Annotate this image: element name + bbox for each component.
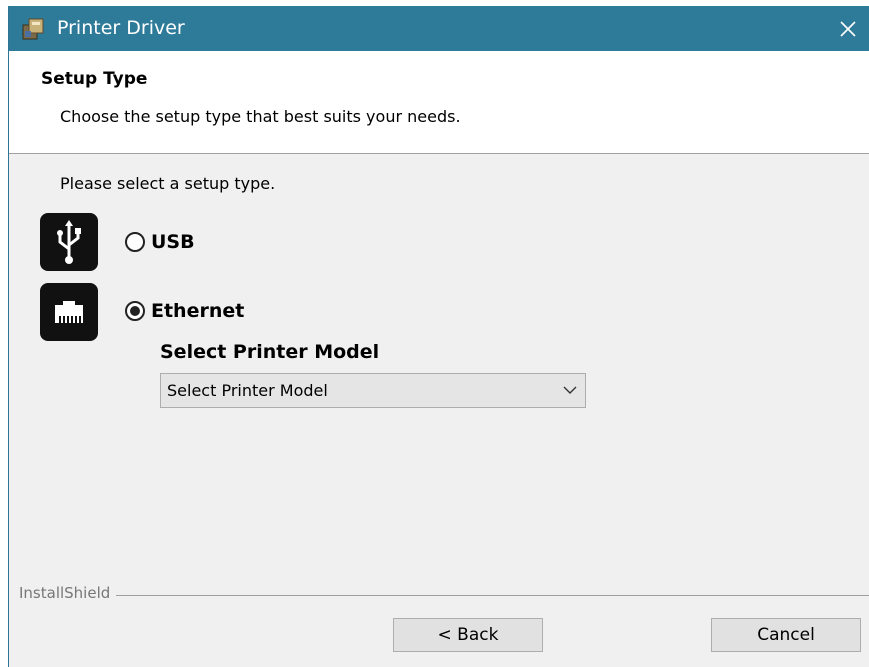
page-title: Setup Type [41, 69, 148, 89]
printer-model-label: Select Printer Model [160, 341, 380, 363]
ethernet-label: Ethernet [151, 300, 245, 322]
back-button[interactable]: < Back [393, 618, 543, 652]
page-subtitle: Choose the setup type that best suits yo… [60, 107, 461, 126]
window-title: Printer Driver [57, 17, 185, 39]
installshield-brand: InstallShield [19, 584, 117, 602]
ethernet-radio-option[interactable]: Ethernet [125, 300, 244, 322]
ethernet-port-icon [40, 283, 98, 341]
usb-icon [40, 213, 98, 271]
printer-model-select-value: Select Printer Model [167, 381, 328, 400]
usb-label: USB [151, 231, 195, 253]
close-icon [840, 20, 856, 37]
usb-radio[interactable] [125, 232, 145, 252]
title-bar[interactable]: Printer Driver [9, 6, 869, 51]
ethernet-radio[interactable] [125, 301, 145, 321]
radio-selected-dot [130, 306, 140, 316]
cancel-button[interactable]: Cancel [711, 618, 861, 652]
installer-icon [21, 17, 47, 41]
printer-model-select[interactable]: Select Printer Model [160, 373, 586, 408]
close-button[interactable] [826, 6, 869, 51]
footer-divider [19, 595, 869, 596]
header-panel: Setup Type Choose the setup type that be… [9, 51, 869, 154]
installer-window: Printer Driver Setup Type Choose the set… [8, 6, 869, 667]
usb-radio-option[interactable]: USB [125, 231, 195, 253]
chevron-down-icon [555, 386, 585, 395]
setup-type-prompt: Please select a setup type. [60, 174, 276, 193]
